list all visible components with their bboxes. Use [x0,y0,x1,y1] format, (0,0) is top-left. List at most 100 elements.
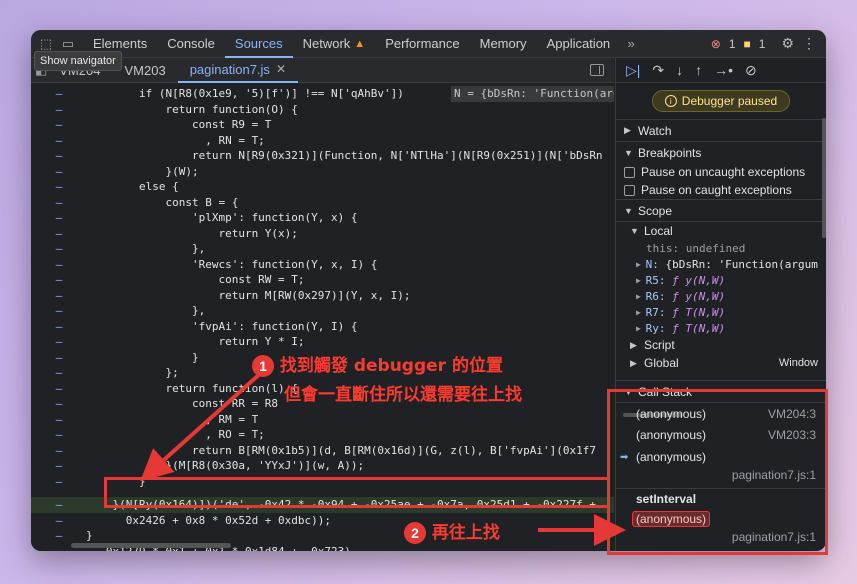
scope-key: N: [645,257,659,271]
deactivate-breakpoints-icon[interactable]: ⊘ [745,62,757,79]
breakpoints-section[interactable]: ▼ Breakpoints [616,141,826,163]
code-line: – return Y(x); [31,226,614,242]
function-symbol: ƒ [672,305,679,319]
expand-arrow-icon: ▶ [630,357,637,368]
gutter-marker[interactable]: – [51,226,67,242]
gutter-marker[interactable]: – [51,272,67,288]
step-number-2: 2 [404,522,426,544]
gutter-marker[interactable]: – [51,334,67,350]
inline-value: N = {bDsRn: 'Function(argum [451,86,614,102]
step-out-icon[interactable]: ↑ [695,62,702,78]
code-text: } [86,350,199,364]
scope-r5[interactable]: ▶ R5: ƒ y(N,W) [616,272,826,288]
code-line: – , RN = T; [31,133,614,149]
gutter-marker[interactable]: – [51,241,67,257]
gutter-marker[interactable]: – [51,303,67,319]
scope-ry[interactable]: ▶ Ry: ƒ T(N,W) [616,320,826,336]
gutter-marker[interactable]: – [51,381,67,397]
gutter-marker[interactable]: – [51,117,67,133]
pause-uncaught-checkbox[interactable]: Pause on uncaught exceptions [616,163,826,181]
gutter-marker[interactable]: – [51,396,67,412]
gutter-marker[interactable]: – [51,257,67,273]
global-scope[interactable]: ▶ Global Window [616,354,826,372]
call-frame-current[interactable]: (anonymous) [616,446,826,468]
file-tab-pagination7[interactable]: pagination7.js ✕ [177,58,298,83]
gutter-marker[interactable]: – [51,497,67,513]
scope-value: {bDsRn: 'Function(argum [665,257,818,271]
tab-sources[interactable]: Sources [224,30,293,58]
gutter-marker[interactable]: – [51,195,67,211]
call-stack-section[interactable]: ▼ Call Stack [616,380,826,402]
tab-application[interactable]: Application [537,30,621,58]
annotation-text-2: 但會一直斷住所以還需要往上找 [284,385,522,405]
code-text: }(N[Ry(0x164)])('de', -0x42 * -0x94 + -0… [86,498,596,511]
call-frame[interactable]: (anonymous) VM203:3 [616,424,826,446]
script-scope[interactable]: ▶ Script [616,336,826,354]
code-text: 'plXmp': function(Y, x) { [86,211,358,224]
local-scope[interactable]: ▼ Local [616,221,826,240]
scope-key: R5: [645,273,666,287]
gutter-marker[interactable]: – [51,458,67,474]
scope-key: Ry: [645,321,666,335]
code-text: }; [86,366,179,379]
settings-gear-icon[interactable]: ⚙ [781,35,794,52]
expand-arrow-icon: ▶ [636,323,646,333]
async-group-setinterval: setInterval [616,488,826,508]
code-line: – return M[RW(0x297)](Y, x, I); [31,288,614,304]
gutter-marker[interactable]: – [51,365,67,381]
frame-location: pagination7.js:1 [731,468,816,482]
file-tab-vm203[interactable]: VM203 [113,58,178,83]
scope-section[interactable]: ▼ Scope [616,199,826,221]
step-into-icon[interactable]: ↓ [676,62,683,78]
kebab-menu-icon[interactable]: ⋮ [802,35,816,52]
scope-value: y(N,W) [685,273,726,287]
gutter-marker[interactable]: – [51,474,67,490]
gutter-marker[interactable]: – [51,148,67,164]
tab-console[interactable]: Console [157,30,225,58]
gutter-marker[interactable]: – [51,412,67,428]
gutter-marker[interactable]: – [51,513,67,529]
tab-performance[interactable]: Performance [375,30,469,58]
expand-arrow-icon: ▶ [636,259,646,269]
toggle-debugger-icon[interactable] [590,64,604,76]
tab-memory[interactable]: Memory [470,30,537,58]
gutter-marker[interactable]: – [51,544,67,552]
sidebar-scrollbar[interactable] [822,118,826,238]
gutter-marker[interactable]: – [51,179,67,195]
gutter-marker[interactable]: – [51,443,67,459]
gutter-marker[interactable]: – [51,86,67,102]
gutter-marker[interactable]: – [51,164,67,180]
gutter-marker[interactable]: – [51,319,67,335]
issue-badges[interactable]: ⊗ 1 ■ 1 ⚙ ⋮ [711,35,826,52]
call-frame-async[interactable]: (anonymous) [616,508,826,530]
code-editor[interactable]: – if (N[R8(0x1e9, '5)[f')] !== N['qAhBv'… [31,83,614,551]
expand-arrow-icon: ▶ [624,125,631,135]
more-tabs-icon[interactable]: » [620,33,642,55]
scope-r6[interactable]: ▶ R6: ƒ y(N,W) [616,288,826,304]
code-line: – return N[R9(0x321)](Function, N['NTlHa… [31,148,614,164]
code-line: – 'plXmp': function(Y, x) { [31,210,614,226]
step-over-icon[interactable]: ↷ [652,62,664,79]
gutter-marker[interactable]: – [51,210,67,226]
scope-n[interactable]: ▶ N: {bDsRn: 'Function(argum [616,256,826,272]
gutter-marker[interactable]: – [51,528,67,544]
call-frame[interactable]: (anonymous) VM204:3 [616,402,826,424]
frame-name: (anonymous) [632,511,711,527]
code-text: 'Rewcs': function(Y, x, I) { [86,257,378,271]
devtools-toolbar: ⬚ ▭ Elements Console Sources Network ▲ Pe… [31,30,826,58]
gutter-marker[interactable]: – [51,288,67,304]
code-line: – } [31,474,614,490]
gutter-marker[interactable]: – [51,133,67,149]
watch-section[interactable]: ▶ Watch [616,119,826,141]
gutter-marker[interactable]: – [51,427,67,443]
code-text: }(M[R8(0x30a, 'YYxJ')](w, A)); [86,459,365,472]
close-icon[interactable]: ✕ [276,62,286,76]
resume-icon[interactable]: ▷| [626,62,640,79]
scope-r7[interactable]: ▶ R7: ƒ T(N,W) [616,304,826,320]
gutter-marker[interactable]: – [51,350,67,366]
pause-caught-checkbox[interactable]: Pause on caught exceptions [616,181,826,199]
step-icon[interactable]: →• [714,62,733,78]
tab-network[interactable]: Network ▲ [293,30,376,58]
gutter-marker[interactable]: – [51,102,67,118]
horizontal-scrollbar[interactable] [71,543,231,548]
